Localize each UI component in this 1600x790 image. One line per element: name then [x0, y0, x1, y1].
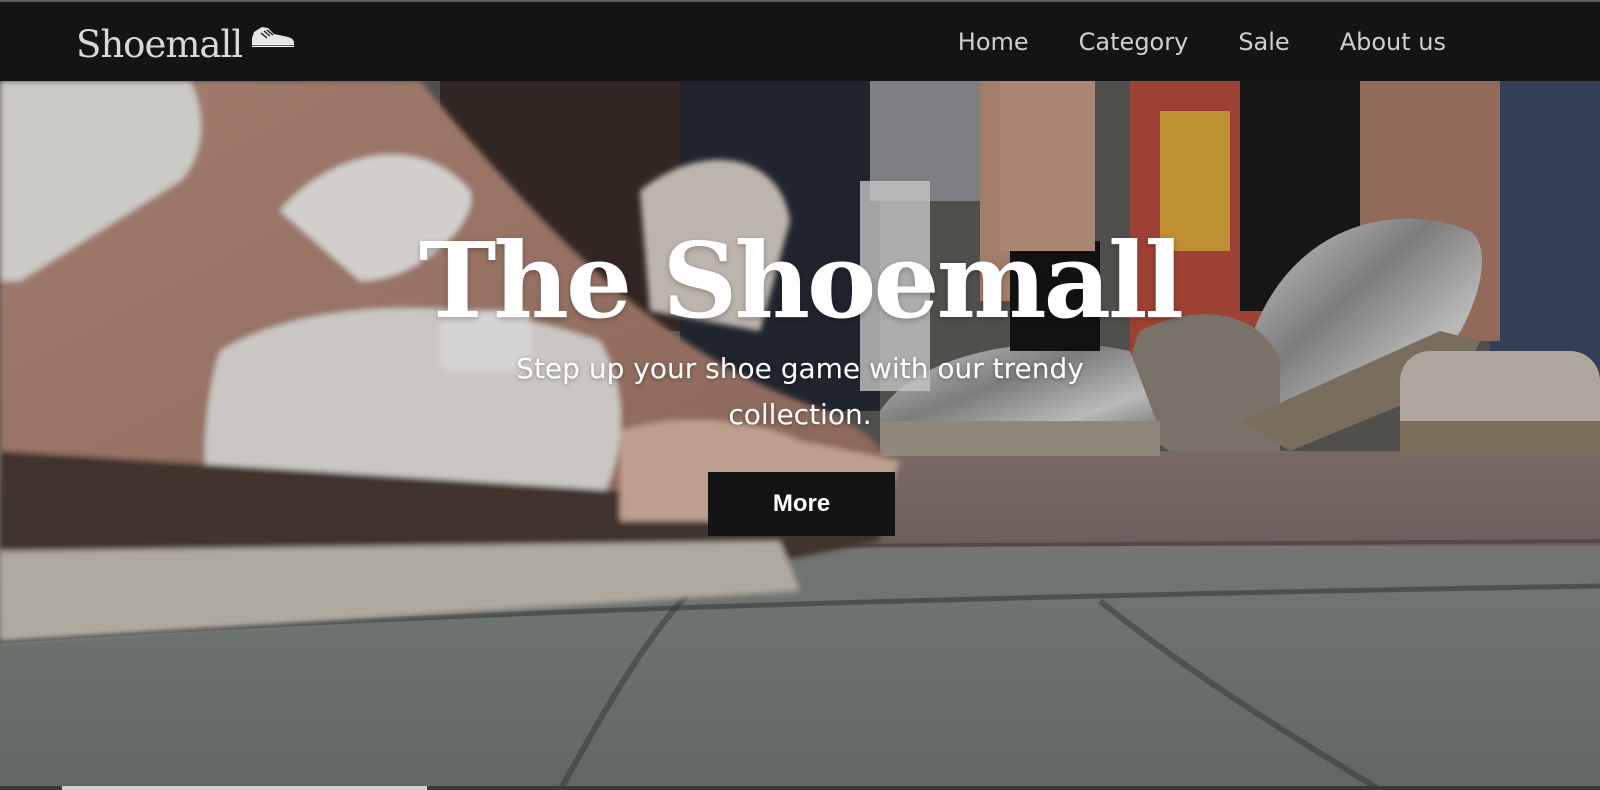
scrollbar-thumb[interactable] [62, 786, 427, 790]
main-nav: Home Category Sale About us [958, 28, 1446, 57]
nav-sale[interactable]: Sale [1238, 28, 1289, 57]
hero-title: The Shoemall [418, 219, 1184, 342]
hero-section: The Shoemall Step up your shoe game with… [0, 81, 1600, 790]
nav-home[interactable]: Home [958, 28, 1029, 57]
brand-name: Shoemall [76, 23, 243, 66]
more-button[interactable]: More [708, 472, 895, 536]
top-navbar: Shoemall Home Category Sale About us [0, 0, 1600, 81]
brand-logo-link[interactable]: Shoemall [76, 23, 296, 67]
sneaker-icon [250, 24, 296, 55]
nav-category[interactable]: Category [1079, 28, 1189, 57]
hero-subtitle: Step up your shoe game with our trendy c… [516, 352, 1084, 431]
nav-about-us[interactable]: About us [1340, 28, 1446, 57]
